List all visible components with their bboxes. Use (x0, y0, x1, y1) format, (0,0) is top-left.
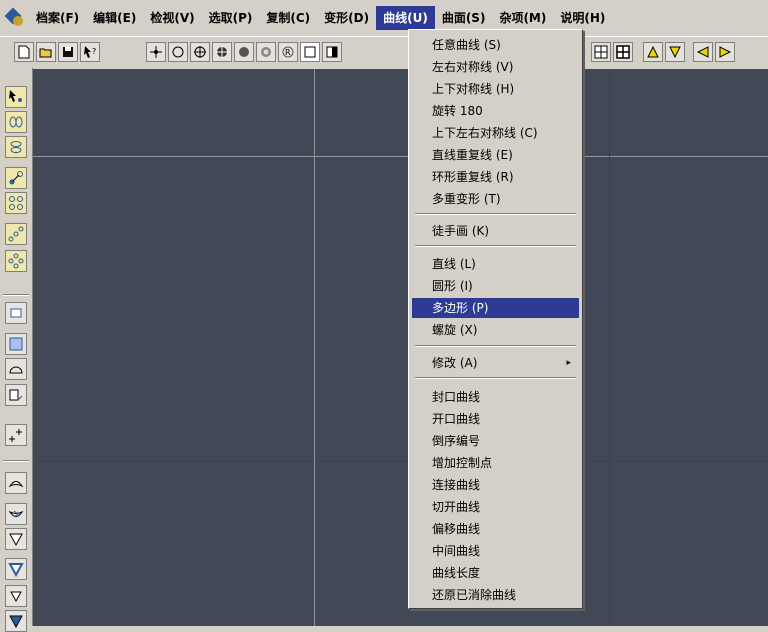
menu-item-polygon[interactable]: 多边形 (P) (412, 298, 579, 318)
grid-line-vertical (609, 69, 610, 626)
submenu-arrow-icon: ▸ (566, 358, 571, 368)
menu-item-open-curve[interactable]: 开口曲线 (412, 409, 579, 429)
grid-line-horizontal (33, 461, 768, 462)
triangle-down-small-icon[interactable] (5, 585, 27, 607)
menu-item-curve-length[interactable]: 曲线长度 (412, 563, 579, 583)
menu-item-offset-curve[interactable]: 偏移曲线 (412, 519, 579, 539)
add-point-icon[interactable] (5, 424, 27, 446)
menu-item-left-right-symmetric[interactable]: 左右对称线 (V) (412, 57, 579, 77)
menu-file[interactable]: 档案(F) (29, 6, 86, 30)
grid-line-horizontal (33, 156, 768, 157)
arc-icon[interactable] (5, 358, 27, 380)
two-ovals-icon[interactable] (5, 111, 27, 133)
node-grid-icon[interactable] (5, 192, 27, 214)
save-icon[interactable] (58, 42, 78, 62)
menu-item-multi-transform[interactable]: 多重变形 (T) (412, 189, 579, 209)
menu-help[interactable]: 说明(H) (553, 6, 612, 30)
menu-edit[interactable]: 编辑(E) (86, 6, 143, 30)
shape-arc-up-icon[interactable] (5, 472, 27, 494)
menu-item-join-curves[interactable]: 连接曲线 (412, 475, 579, 495)
help-pointer-icon[interactable]: ? (80, 42, 100, 62)
triangle-up-icon[interactable] (643, 42, 663, 62)
menu-bar: 档案(F) 编辑(E) 检视(V) 选取(P) 复制(C) 变形(D) 曲线(U… (0, 0, 768, 36)
triangle-left-icon[interactable] (693, 42, 713, 62)
ring-circle-icon[interactable] (256, 42, 276, 62)
drawing-canvas[interactable] (33, 69, 768, 626)
document-corner-icon[interactable] (5, 384, 27, 406)
menu-curve[interactable]: 曲线(U) (376, 6, 435, 30)
menu-item-add-control-point[interactable]: 增加控制点 (412, 453, 579, 473)
menu-item-four-way-symmetric[interactable]: 上下左右对称线 (C) (412, 123, 579, 143)
menu-transform[interactable]: 变形(D) (317, 6, 376, 30)
grid-line-vertical (314, 69, 315, 626)
menu-item-middle-curve[interactable]: 中间曲线 (412, 541, 579, 561)
svg-text:?: ? (92, 47, 96, 56)
grid-crosshair-icon[interactable] (190, 42, 210, 62)
svg-text:R: R (285, 48, 291, 57)
node-chain-icon[interactable] (5, 223, 27, 245)
menu-item-split-curve[interactable]: 切开曲线 (412, 497, 579, 517)
solid-circle-crosshair-icon[interactable] (212, 42, 232, 62)
menu-item-line[interactable]: 直线 (L) (412, 254, 579, 274)
triangle-right-icon[interactable] (715, 42, 735, 62)
frame-solid-icon[interactable] (5, 333, 27, 355)
node-link-icon[interactable] (5, 167, 27, 189)
menu-item-rotate-180[interactable]: 旋转 180 (412, 101, 579, 121)
toolbar: ? R (0, 36, 768, 70)
menu-separator (415, 377, 576, 379)
menu-surface[interactable]: 曲面(S) (435, 6, 493, 30)
solid-circle-icon[interactable] (234, 42, 254, 62)
frame-icon[interactable] (5, 302, 27, 324)
curve-dropdown-menu: 任意曲线 (S) 左右对称线 (V) 上下对称线 (H) 旋转 180 上下左右… (408, 29, 583, 609)
menu-separator (415, 345, 576, 347)
menu-misc[interactable]: 杂项(M) (492, 6, 553, 30)
palette-divider (3, 294, 29, 296)
menu-item-modify[interactable]: 修改 (A) ▸ (412, 353, 579, 373)
stacked-ovals-icon[interactable] (5, 136, 27, 158)
menu-item-linear-repeat[interactable]: 直线重复线 (E) (412, 145, 579, 165)
menu-separator (415, 245, 576, 247)
menu-item-modify-label: 修改 (A) (432, 356, 478, 370)
menu-item-top-bottom-symmetric[interactable]: 上下对称线 (H) (412, 79, 579, 99)
triangle-down-outline-icon[interactable] (5, 528, 27, 550)
menu-separator (415, 213, 576, 215)
square-icon[interactable] (300, 42, 320, 62)
menu-item-circle[interactable]: 圆形 (I) (412, 276, 579, 296)
menu-view[interactable]: 检视(V) (143, 6, 201, 30)
menu-item-reverse-order[interactable]: 倒序编号 (412, 431, 579, 451)
palette-divider (3, 460, 29, 462)
ring-r-icon[interactable]: R (278, 42, 298, 62)
menu-item-free-curve[interactable]: 任意曲线 (S) (412, 35, 579, 55)
menu-item-restore-deleted-curve[interactable]: 还原已消除曲线 (412, 585, 579, 605)
triangle-down-blue-icon[interactable] (5, 610, 27, 632)
menu-copy[interactable]: 复制(C) (259, 6, 317, 30)
new-file-icon[interactable] (14, 42, 34, 62)
node-ring-icon[interactable] (5, 250, 27, 272)
grid-3x3-icon[interactable] (613, 42, 633, 62)
snap-point-icon[interactable] (146, 42, 166, 62)
shape-arc-down-icon[interactable] (5, 503, 27, 525)
app-logo-icon[interactable] (4, 7, 26, 28)
menu-item-freehand[interactable]: 徒手画 (K) (412, 221, 579, 241)
menu-select[interactable]: 选取(P) (202, 6, 260, 30)
square-half-icon[interactable] (322, 42, 342, 62)
select-arrow-icon[interactable] (5, 86, 27, 108)
triangle-down-icon[interactable] (665, 42, 685, 62)
menu-item-circular-repeat[interactable]: 环形重复线 (R) (412, 167, 579, 187)
open-folder-icon[interactable] (36, 42, 56, 62)
menu-item-close-curve[interactable]: 封口曲线 (412, 387, 579, 407)
left-tool-palette (0, 68, 33, 632)
grid-2x2-icon[interactable] (591, 42, 611, 62)
circle-icon[interactable] (168, 42, 188, 62)
menu-item-spiral[interactable]: 螺旋 (X) (412, 320, 579, 340)
triangle-down-bold-icon[interactable] (5, 558, 27, 580)
